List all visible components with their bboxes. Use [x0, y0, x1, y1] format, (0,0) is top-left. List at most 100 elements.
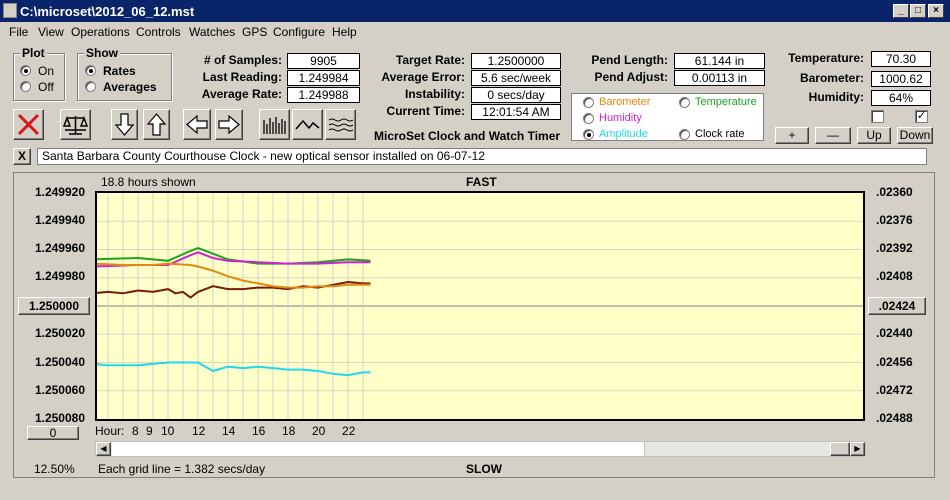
arrow-left-button[interactable] [183, 109, 211, 140]
amplitude-radio[interactable] [583, 129, 594, 140]
title-bar: C:\microset\2012_06_12.mst _ □ × [0, 0, 950, 22]
checkbox-left[interactable] [871, 110, 884, 123]
hour-tick-label: 20 [312, 424, 326, 438]
zero-button[interactable]: 0 [27, 426, 79, 440]
bar-graph-button[interactable] [259, 109, 290, 140]
arrow-up-icon [146, 113, 167, 136]
bar-graph-icon [263, 117, 286, 134]
plot-on-radio[interactable] [20, 65, 31, 76]
arrow-down-icon [114, 113, 135, 136]
pend-adjust-value: 0.00113 in [674, 70, 765, 86]
arrow-down-button[interactable] [111, 109, 138, 140]
y-tick-label: 1.249960 [34, 241, 85, 255]
hour-tick-label: 9 [146, 424, 153, 438]
right-tick-label: .02472 [876, 383, 913, 397]
hour-tick-label: 14 [222, 424, 236, 438]
hour-tick-label: 22 [342, 424, 356, 438]
average-rate-value: 1.249988 [287, 87, 360, 103]
wave-graph-button[interactable] [325, 109, 356, 140]
samples-label: # of Samples: [203, 53, 282, 67]
line-graph-icon [295, 119, 320, 130]
scroll-right-icon[interactable]: ▶ [850, 442, 865, 456]
stop-button[interactable] [13, 109, 44, 140]
show-rates-radio[interactable] [85, 65, 96, 76]
arrow-right-icon [218, 114, 240, 135]
menu-watches[interactable]: Watches [189, 25, 235, 39]
pend-length-value: 61.144 in [674, 53, 765, 69]
down-button[interactable]: Down [897, 127, 933, 144]
scroll-thumb[interactable] [112, 442, 645, 456]
right-tick-label: .02440 [876, 326, 913, 340]
app-title-label: MicroSet Clock and Watch Timer [374, 129, 561, 143]
plot-off-radio[interactable] [20, 81, 31, 92]
window-title: C:\microset\2012_06_12.mst [20, 4, 195, 19]
arrow-right-button[interactable] [215, 109, 243, 140]
menu-gps[interactable]: GPS [242, 25, 267, 39]
checkbox-right[interactable]: ✓ [915, 110, 928, 123]
y-tick-label: 1.250080 [34, 411, 85, 425]
clock-rate-option-label: Clock rate [695, 128, 745, 140]
y-tick-label: 1.249980 [34, 269, 85, 283]
barometer-radio[interactable] [583, 97, 594, 108]
humidity-value: 64% [871, 90, 931, 106]
y-tick-label: 1.249940 [34, 213, 85, 227]
plus-button[interactable]: + [775, 127, 809, 144]
app-icon[interactable] [3, 3, 17, 18]
average-rate-label: Average Rate: [201, 87, 282, 101]
right-tick-label: .02376 [876, 213, 913, 227]
hour-tick-label: 10 [161, 424, 175, 438]
plot-area[interactable] [95, 191, 865, 421]
menu-help[interactable]: Help [332, 25, 357, 39]
current-time-value: 12:01:54 AM [471, 104, 561, 120]
minimize-icon[interactable]: _ [893, 4, 909, 18]
y-tick-label: 1.250040 [34, 355, 85, 369]
target-rate-label: Target Rate: [395, 53, 465, 67]
close-icon[interactable]: × [928, 4, 944, 18]
line-graph-button[interactable] [292, 109, 323, 140]
balance-scale-icon [62, 115, 89, 135]
hours-shown-label: 18.8 hours shown [101, 175, 196, 189]
show-averages-label: Averages [103, 80, 157, 94]
plot-off-label: Off [38, 80, 54, 94]
temperature-option-label: Temperature [695, 96, 757, 108]
arrow-up-button[interactable] [143, 109, 170, 140]
humidity-label: Humidity: [808, 90, 864, 104]
menu-controls[interactable]: Controls [136, 25, 181, 39]
horizontal-scrollbar[interactable]: ◀ ▶ [95, 441, 866, 457]
last-reading-label: Last Reading: [202, 70, 282, 84]
hour-tick-label: 18 [282, 424, 296, 438]
fast-label: FAST [466, 175, 497, 189]
minus-button[interactable]: — [815, 127, 851, 144]
balance-button[interactable] [60, 109, 91, 140]
pend-length-label: Pend Length: [591, 53, 668, 67]
barometer-value: 1000.62 [871, 71, 931, 87]
scroll-left-icon[interactable]: ◀ [96, 442, 111, 456]
show-averages-radio[interactable] [85, 81, 96, 92]
right-tick-label: .02488 [876, 411, 913, 425]
up-button[interactable]: Up [857, 127, 891, 144]
clock-rate-radio[interactable] [679, 129, 690, 140]
current-time-label: Current Time: [386, 104, 465, 118]
note-close-button[interactable]: X [13, 148, 31, 165]
scroll-box[interactable] [830, 442, 850, 456]
menu-file[interactable]: File [9, 25, 28, 39]
stop-x-icon [17, 113, 40, 136]
humidity-radio[interactable] [583, 113, 594, 124]
menu-configure[interactable]: Configure [273, 25, 325, 39]
average-error-value: 5.6 sec/week [471, 70, 561, 86]
chart-svg [97, 193, 863, 419]
menu-operations[interactable]: Operations [71, 25, 130, 39]
hour-tick-label: 16 [252, 424, 266, 438]
menu-view[interactable]: View [38, 25, 64, 39]
center-value-button[interactable]: 1.250000 [18, 297, 90, 315]
note-field[interactable]: Santa Barbara County Courthouse Clock - … [37, 148, 927, 165]
arrow-left-icon [186, 114, 208, 135]
slow-label: SLOW [466, 462, 502, 476]
right-tick-label: .02360 [876, 185, 913, 199]
pend-adjust-label: Pend Adjust: [594, 70, 668, 84]
temperature-radio[interactable] [679, 97, 690, 108]
maximize-icon[interactable]: □ [910, 4, 926, 18]
instability-value: 0 secs/day [471, 87, 561, 103]
hour-axis-label: Hour: [95, 424, 125, 438]
right-center-button[interactable]: .02424 [868, 297, 926, 315]
